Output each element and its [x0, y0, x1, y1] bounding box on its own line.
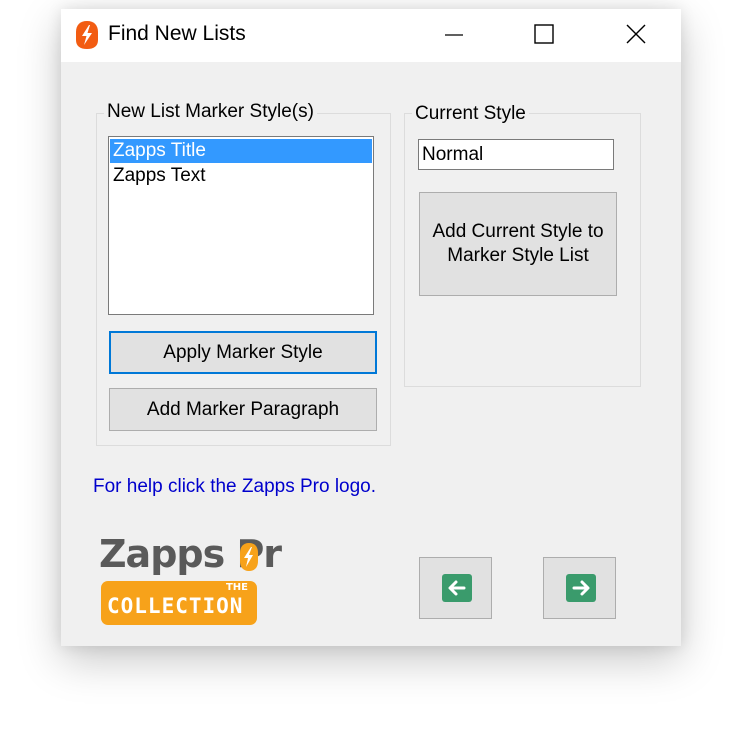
add-marker-paragraph-button[interactable]: Add Marker Paragraph — [109, 388, 377, 431]
add-current-style-button-label: Add Current Style to Marker Style List — [432, 221, 604, 266]
minimize-button[interactable] — [431, 9, 477, 62]
marker-style-group-label: New List Marker Style(s) — [104, 101, 317, 123]
maximize-button[interactable] — [521, 9, 567, 62]
title-bar: Find New Lists — [61, 9, 681, 62]
close-button[interactable] — [613, 9, 659, 62]
logo-the-text: THE — [225, 582, 248, 593]
logo-bolt-icon — [238, 542, 260, 577]
zapps-pro-logo[interactable]: Zapps Pr THE COLLECTION — [99, 532, 282, 627]
close-icon — [626, 24, 646, 44]
list-item-zapps-title[interactable]: Zapps Title — [110, 139, 372, 163]
marker-style-listbox[interactable]: Zapps Title Zapps Text — [108, 136, 374, 315]
logo-collection-badge: THE COLLECTION — [101, 581, 257, 625]
previous-button[interactable] — [419, 557, 492, 619]
list-item-zapps-text[interactable]: Zapps Text — [110, 164, 372, 188]
help-text: For help click the Zapps Pro logo. — [93, 476, 377, 497]
apply-marker-style-button[interactable]: Apply Marker Style — [109, 331, 377, 374]
current-style-field[interactable]: Normal — [418, 139, 614, 170]
zapps-bolt-icon — [74, 20, 100, 50]
next-button[interactable] — [543, 557, 616, 619]
current-style-group-label: Current Style — [412, 103, 529, 125]
arrow-left-icon — [442, 574, 472, 602]
logo-collection-text: COLLECTION — [107, 594, 244, 618]
arrow-right-icon — [566, 574, 596, 602]
window-title: Find New Lists — [108, 22, 246, 45]
maximize-icon — [534, 24, 554, 44]
add-current-style-button[interactable]: Add Current Style to Marker Style List — [419, 192, 617, 296]
find-new-lists-window: Find New Lists New List Marker Style(s) … — [61, 9, 681, 646]
minimize-icon — [445, 34, 463, 36]
